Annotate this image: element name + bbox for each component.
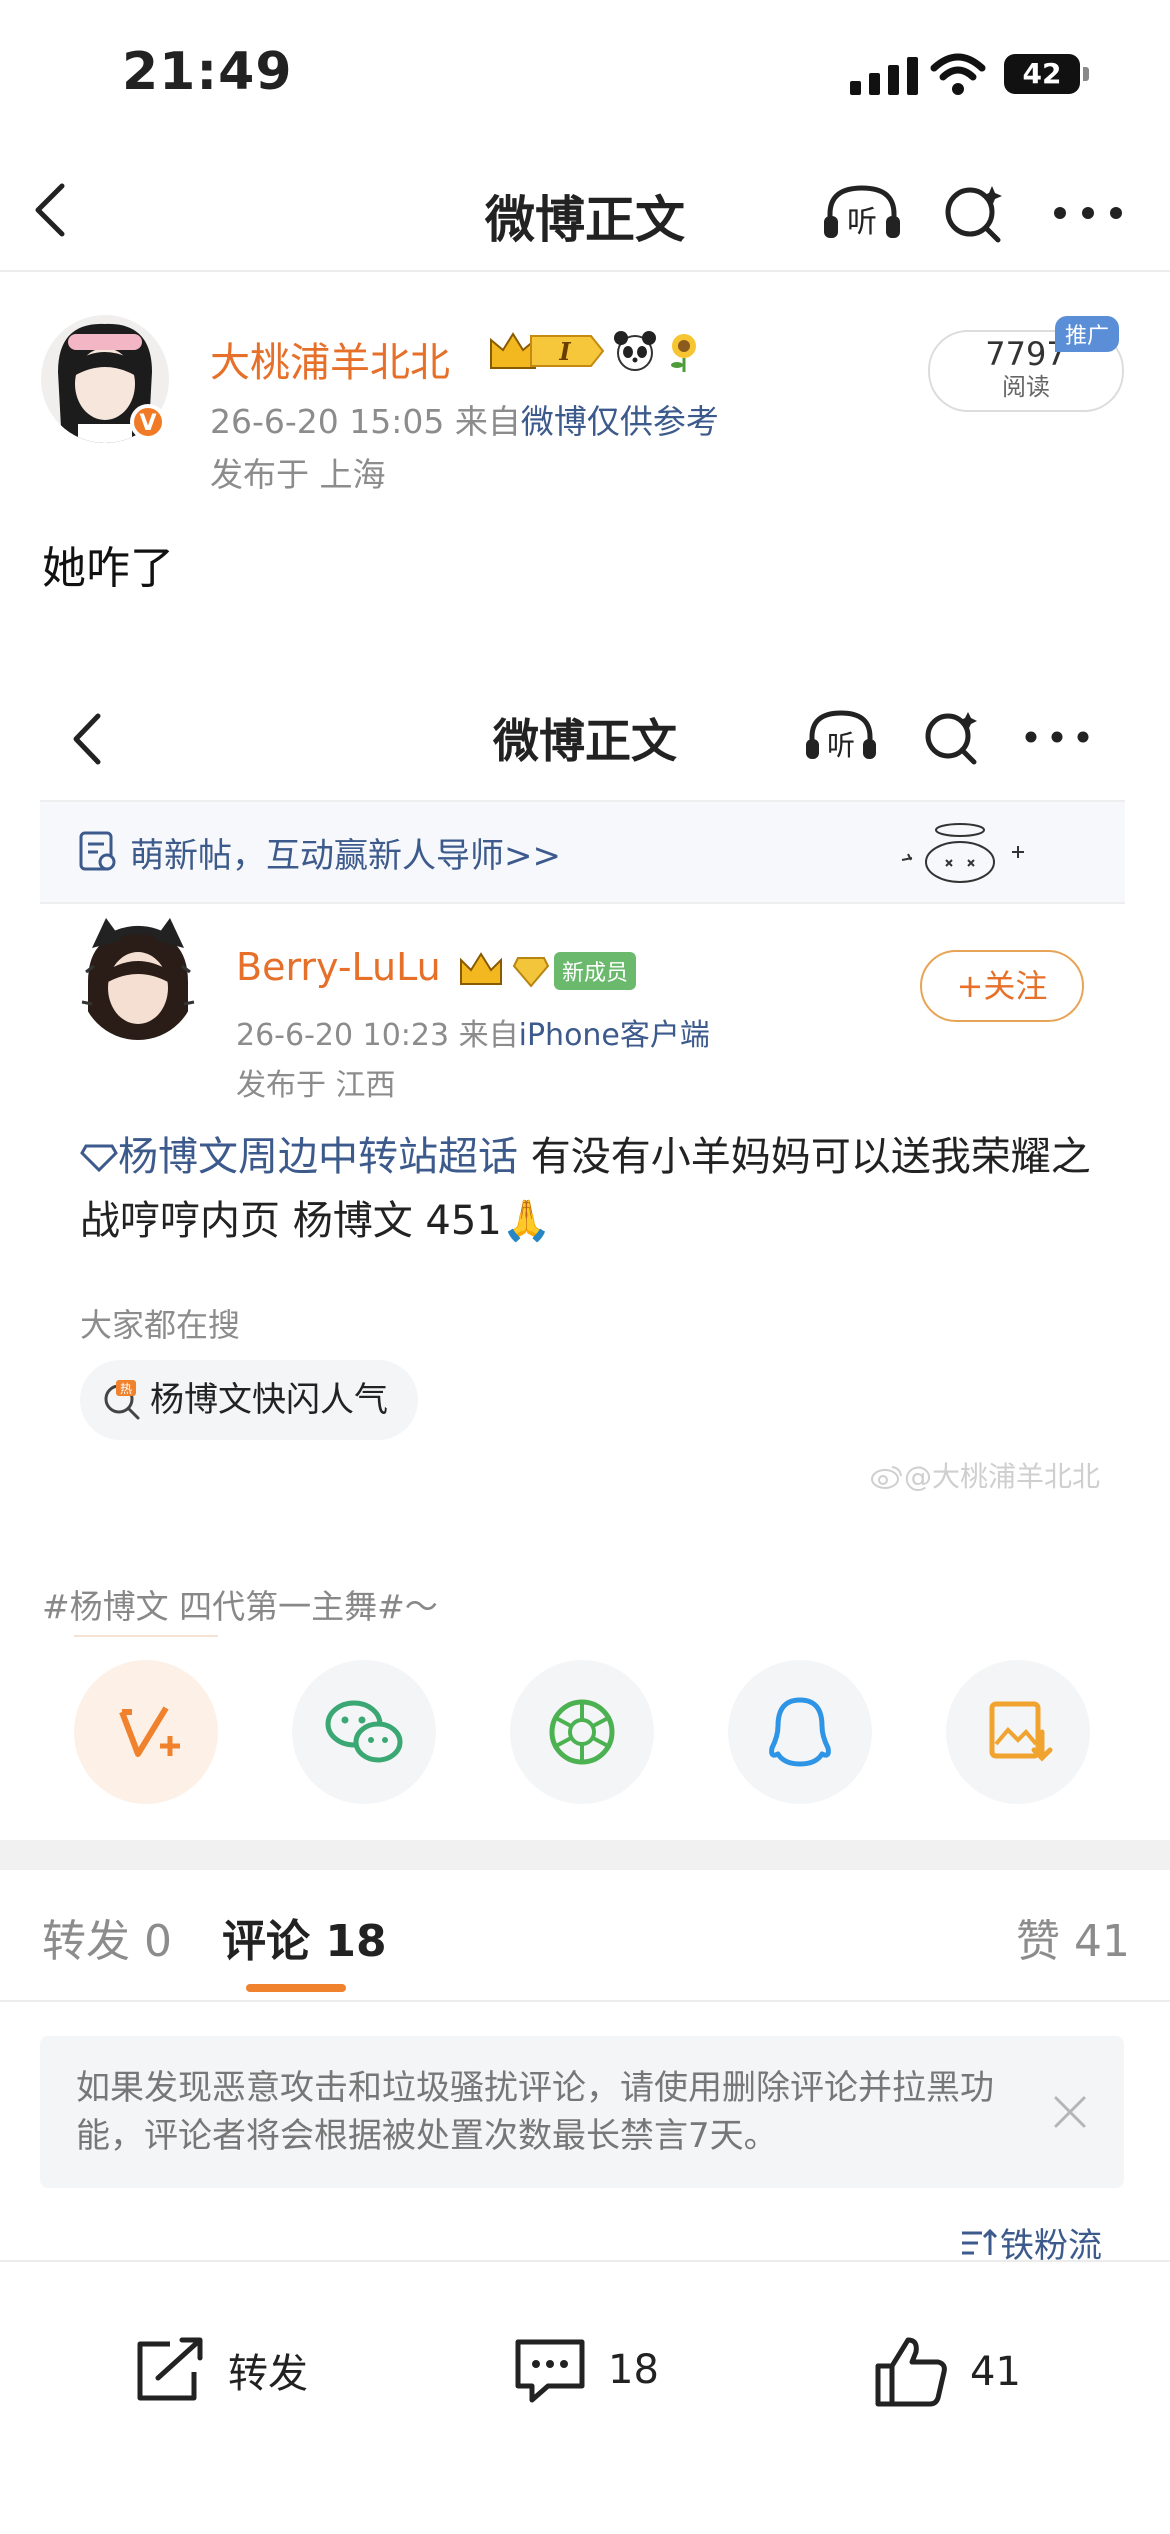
close-icon[interactable] <box>1050 2092 1090 2132</box>
post-author-name[interactable]: 大桃浦羊北北 <box>210 330 450 388</box>
shot-hot-search-text: 杨博文快闪人气 <box>150 1380 388 1420</box>
shot-listen-label: 听 <box>827 729 855 762</box>
shot-source: iPhone客户端 <box>518 1018 710 1053</box>
signal-icon <box>850 55 918 95</box>
notice-text: 如果发现恶意攻击和垃圾骚扰评论，请使用删除评论并拉黑功能，评论者将会根据被处置次… <box>76 2068 994 2156</box>
bottom-comment-button[interactable]: 18 <box>510 2334 659 2406</box>
share-moments-button[interactable] <box>510 1660 654 1804</box>
tab-comment-count: 18 <box>325 1916 387 1967</box>
bottom-repost-button[interactable]: 转发 <box>130 2334 308 2406</box>
moments-icon <box>549 1699 615 1765</box>
panda-emoji-icon <box>614 331 656 371</box>
read-count-label: 阅读 <box>1002 373 1050 401</box>
headphones-icon: 听 <box>824 185 900 240</box>
bottom-repost-label: 转发 <box>228 2351 308 2397</box>
svg-text:V: V <box>139 411 156 436</box>
doc-icon <box>79 831 116 871</box>
tab-repost-count: 0 <box>144 1916 172 1967</box>
section-separator <box>0 1840 1170 1870</box>
status-time: 21:49 <box>122 42 293 102</box>
promo-badge: 推广 <box>1055 316 1120 352</box>
qq-icon <box>769 1697 831 1767</box>
tab-like-count: 41 <box>1074 1916 1130 1967</box>
share-wechat-button[interactable] <box>292 1660 436 1804</box>
shot-new-member-badge: 新成员 <box>554 952 637 990</box>
battery-cap <box>1083 67 1089 81</box>
post-location: 发布于 上海 <box>210 455 386 494</box>
post-meta-line: 26-6-20 15:05 来自微博仅供参考 <box>210 395 719 443</box>
thumbs-up-icon <box>875 2337 947 2407</box>
post-text: 她咋了 <box>42 543 174 594</box>
tab-like-label: 赞 <box>1016 1916 1060 1967</box>
shot-topic-link: 杨博文周边中转站超话 <box>118 1134 518 1180</box>
share-save-image-button[interactable] <box>946 1660 1090 1804</box>
vplus-icon <box>119 1706 180 1757</box>
shot-avatar <box>80 918 196 1040</box>
tab-repost[interactable]: 转发 0 <box>42 1905 172 1969</box>
listen-label: 听 <box>847 205 877 240</box>
tab-repost-label: 转发 <box>42 1916 130 1967</box>
shot-follow-button: +关注 <box>920 950 1084 1022</box>
watermark: @大桃浦羊北北 <box>870 1455 1100 1495</box>
hashtag-text[interactable]: #杨博文 四代第一主舞#～ <box>42 1580 438 1628</box>
comment-bubble-icon <box>515 2339 585 2403</box>
shot-author-name: Berry-LuLu <box>236 945 441 989</box>
angel-doodle-icon <box>901 823 1024 883</box>
active-tab-indicator <box>246 1984 346 1992</box>
sort-icon <box>962 2228 998 2255</box>
tab-comment[interactable]: 评论 18 <box>222 1905 387 1969</box>
supertopic-diamond-icon <box>80 1144 118 1173</box>
share-pointer-line <box>74 1635 218 1637</box>
tab-comment-label: 评论 <box>222 1916 310 1967</box>
wifi-icon <box>930 53 986 95</box>
shot-listen-button: 听 <box>803 705 879 769</box>
save-image-icon <box>989 1701 1053 1762</box>
hot-badge-text: 热 <box>120 1382 132 1396</box>
avatar[interactable]: V <box>38 312 172 446</box>
share-qq-button[interactable] <box>728 1660 872 1804</box>
comment-notice: 如果发现恶意攻击和垃圾骚扰评论，请使用删除评论并拉黑功能，评论者将会根据被处置次… <box>40 2036 1124 2188</box>
shot-location: 发布于 江西 <box>236 1068 396 1103</box>
bottom-like-count: 41 <box>970 2349 1021 2395</box>
shot-more-icon <box>1025 731 1089 743</box>
shot-search-icon <box>925 712 977 765</box>
svg-text:I: I <box>558 337 571 366</box>
member-crown-badge-icon: I <box>490 332 605 369</box>
battery-indicator: 42 <box>1004 54 1080 94</box>
shot-search-label: 大家都在搜 <box>80 1306 241 1344</box>
post-source[interactable]: 微博仅供参考 <box>521 402 719 441</box>
nav-bar: 微博正文 听 <box>0 150 1170 272</box>
shot-diamond-icon <box>512 957 550 988</box>
shot-headphones-icon: 听 <box>806 710 876 762</box>
shot-date: 26-6-20 10:23 来自 <box>236 1018 519 1053</box>
hot-search-icon: 热 <box>104 1380 140 1420</box>
share-arrow-icon <box>137 2337 203 2401</box>
share-vplus-button[interactable] <box>74 1660 218 1804</box>
wechat-icon <box>325 1700 403 1763</box>
weibo-watermark-icon <box>871 1466 902 1489</box>
shot-crown-icon <box>460 952 502 985</box>
bottom-action-bar: 转发 18 41 <box>0 2260 1170 2534</box>
tab-divider <box>0 2000 1170 2002</box>
banner-text: 萌新帖，互动赢新人导师>> <box>130 836 561 876</box>
tab-like[interactable]: 赞 41 <box>1016 1905 1130 1969</box>
bottom-like-button[interactable]: 41 <box>872 2334 1021 2410</box>
search-icon[interactable] <box>940 180 1010 244</box>
shot-meta-line: 26-6-20 10:23 来自iPhone客户端 <box>236 1010 710 1054</box>
bottom-comment-count: 18 <box>608 2347 659 2393</box>
newbie-banner: 萌新帖，互动赢新人导师>> <box>40 800 1125 904</box>
more-icon[interactable] <box>1052 205 1124 221</box>
shot-body: 杨博文周边中转站超话 有没有小羊妈妈可以送我荣耀之战哼哼内页 杨博文 451🙏 <box>80 1125 1120 1253</box>
embedded-screenshot[interactable]: 微博正文 听 萌新帖，互动赢新人导师>> Berry-LuLu 新成员 +关注 … <box>40 650 1130 1510</box>
shot-hot-search-chip: 热 杨博文快闪人气 <box>80 1360 418 1440</box>
listen-button[interactable]: 听 <box>820 180 904 248</box>
post-date: 26-6-20 15:05 来自 <box>210 402 521 441</box>
sunflower-emoji-icon <box>671 334 696 372</box>
watermark-text: @大桃浦羊北北 <box>904 1460 1101 1493</box>
status-bar: 21:49 42 <box>0 0 1170 150</box>
